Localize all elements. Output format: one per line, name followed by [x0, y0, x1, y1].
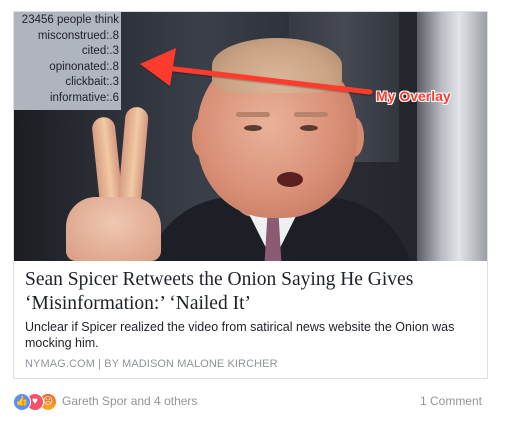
- photo-brow: [236, 112, 270, 117]
- annotation-label: My Overlay: [376, 88, 451, 104]
- article-photo[interactable]: 23456 people think misconstrued:.8 cited…: [14, 12, 487, 261]
- article-description: Unclear if Spicer realized the video fro…: [25, 320, 455, 350]
- photo-eye: [244, 125, 262, 131]
- reaction-icons[interactable]: 👍 ♥ ☹: [13, 393, 67, 411]
- reactors-link[interactable]: Gareth Spor and 4 others: [62, 394, 197, 408]
- photo-brow: [294, 112, 328, 117]
- news-feed-post: 23456 people think misconstrued:.8 cited…: [0, 0, 508, 424]
- overlay-count-line: 23456 people think: [21, 14, 119, 26]
- photo-finger: [117, 106, 150, 204]
- comment-count-link[interactable]: 1 Comment: [420, 394, 482, 408]
- post-footer: 👍 ♥ ☹ Gareth Spor and 4 others 1 Comment: [13, 389, 488, 415]
- overlay-misconstrued-line: misconstrued:.8: [37, 29, 119, 42]
- article-headline[interactable]: Sean Spicer Retweets the Onion Saying He…: [25, 268, 480, 316]
- overlay-opinionated-line: opinonated:.8: [49, 60, 119, 73]
- photo-eye: [300, 125, 318, 131]
- rating-overlay: 23456 people think misconstrued:.8 cited…: [14, 12, 121, 110]
- background-pillar: [417, 12, 487, 261]
- overlay-clickbait-line: clickbait:.3: [65, 76, 119, 89]
- overlay-cited-line: cited:.3: [81, 45, 119, 58]
- photo-hair: [212, 38, 342, 93]
- overlay-informative-line: informative:.6: [49, 91, 119, 104]
- article-source[interactable]: NYMAG.COM | BY MADISON MALONE KIRCHER: [25, 358, 480, 370]
- link-preview-card[interactable]: 23456 people think misconstrued:.8 cited…: [13, 11, 488, 379]
- photo-mouth: [277, 172, 303, 187]
- like-icon: 👍: [13, 393, 31, 411]
- photo-hand: [66, 197, 161, 261]
